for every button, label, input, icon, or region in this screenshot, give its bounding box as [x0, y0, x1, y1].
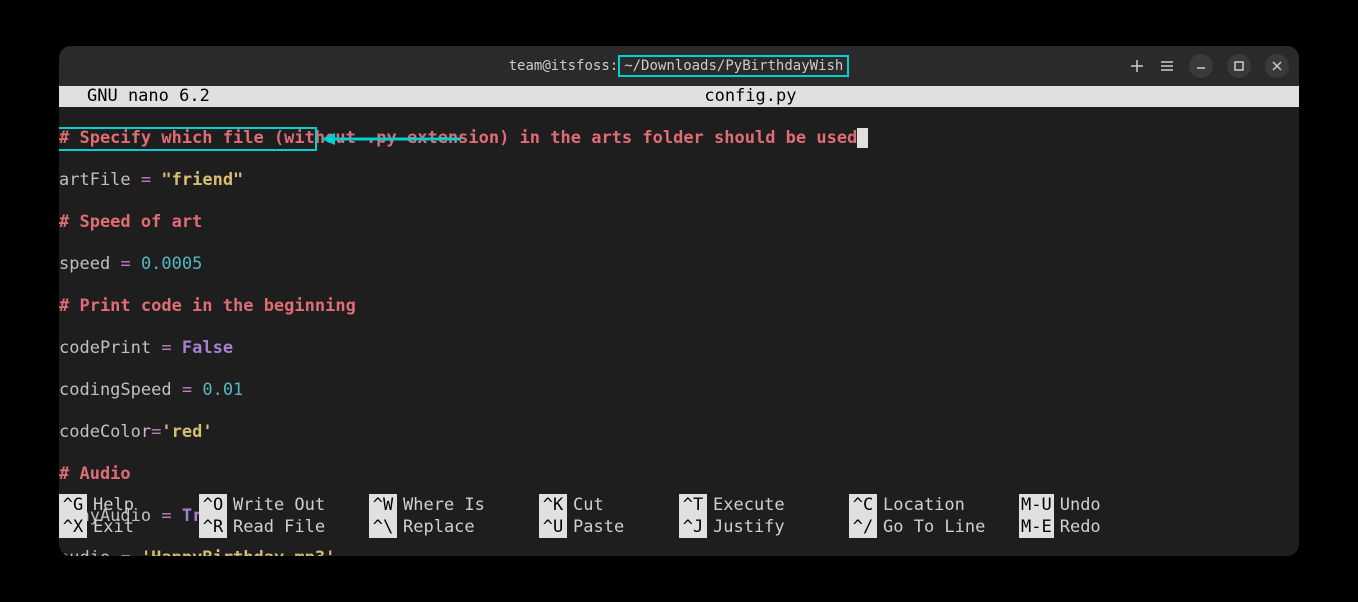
val-codecolor: 'red'	[161, 422, 212, 442]
maximize-button[interactable]	[1227, 54, 1251, 78]
help-label: Help	[93, 494, 134, 516]
help-label: Replace	[403, 516, 475, 538]
close-icon	[1271, 60, 1283, 72]
val-artfile: "friend"	[161, 170, 243, 190]
help-label: Justify	[713, 516, 785, 538]
help-label: Where Is	[403, 494, 485, 516]
key-chip: ^K	[539, 494, 567, 516]
help-row: ^G Help ^O Write Out ^W Where Is ^K Cut ^T Execut…	[59, 494, 1291, 516]
key-chip: ^/	[849, 516, 877, 538]
key-chip: ^T	[679, 494, 707, 516]
val-speed: 0.0005	[141, 254, 202, 274]
title-path-highlighted: ~/Downloads/PyBirthdayWish	[618, 55, 849, 77]
key-chip: ^W	[369, 494, 397, 516]
comment-line: # Audio	[59, 464, 131, 484]
var-codecolor: codeColor	[59, 422, 151, 442]
close-button[interactable]	[1265, 54, 1289, 78]
title-user-host: team@itsfoss:	[509, 58, 619, 74]
key-chip: ^J	[679, 516, 707, 538]
help-row: ^X Exit ^R Read File ^\ Replace ^U Paste ^J Justi…	[59, 516, 1291, 538]
nano-version: GNU nano 6.2	[67, 86, 210, 107]
comment-line: # Speed of art	[59, 212, 202, 232]
var-artfile: artFile	[59, 170, 131, 190]
editor-area[interactable]: # Specify which file (without .py extens…	[59, 107, 1299, 556]
new-tab-button[interactable]	[1129, 58, 1145, 74]
comment-line: # Specify which file (without .py extens…	[59, 128, 857, 148]
help-label: Redo	[1060, 516, 1101, 538]
help-shortcut: ^T Execute	[679, 494, 849, 516]
plus-icon	[1129, 58, 1145, 74]
window-title: team@itsfoss: ~/Downloads/PyBirthdayWish	[509, 55, 850, 77]
help-shortcut: ^X Exit	[59, 516, 199, 538]
help-label: Write Out	[233, 494, 325, 516]
val-audio: 'HappyBirthday.mp3'	[141, 548, 335, 556]
help-label: Location	[883, 494, 965, 516]
key-chip: ^C	[849, 494, 877, 516]
help-label: Execute	[713, 494, 785, 516]
help-shortcut: ^/ Go To Line	[849, 516, 1019, 538]
help-shortcut: ^U Paste	[539, 516, 679, 538]
var-codingspeed: codingSpeed	[59, 380, 172, 400]
help-label: Undo	[1060, 494, 1101, 516]
key-chip: ^X	[59, 516, 87, 538]
key-chip: ^O	[199, 494, 227, 516]
menu-button[interactable]	[1159, 58, 1175, 74]
nano-filename: config.py	[210, 86, 1291, 107]
maximize-icon	[1233, 60, 1245, 72]
key-chip: M-U	[1019, 494, 1054, 516]
help-shortcut: ^O Write Out	[199, 494, 369, 516]
var-audio: audio	[59, 548, 110, 556]
terminal-content[interactable]: GNU nano 6.2 config.py # Specify which f…	[59, 86, 1299, 556]
hamburger-icon	[1159, 58, 1175, 74]
help-shortcut: ^\ Replace	[369, 516, 539, 538]
titlebar: team@itsfoss: ~/Downloads/PyBirthdayWish	[59, 46, 1299, 86]
key-chip: ^R	[199, 516, 227, 538]
help-label: Exit	[93, 516, 134, 538]
val-codeprint: False	[182, 338, 233, 358]
help-shortcut: M-U Undo	[1019, 494, 1139, 516]
help-shortcut: ^J Justify	[679, 516, 849, 538]
nano-header-bar: GNU nano 6.2 config.py	[59, 86, 1299, 107]
key-chip: ^U	[539, 516, 567, 538]
var-codeprint: codePrint	[59, 338, 151, 358]
key-chip: M-E	[1019, 516, 1054, 538]
help-shortcut: ^K Cut	[539, 494, 679, 516]
titlebar-controls	[1129, 54, 1289, 78]
help-shortcut: ^W Where Is	[369, 494, 539, 516]
help-shortcut: M-E Redo	[1019, 516, 1139, 538]
help-shortcut: ^R Read File	[199, 516, 369, 538]
comment-line: # Print code in the beginning	[59, 296, 356, 316]
key-chip: ^\	[369, 516, 397, 538]
key-chip: ^G	[59, 494, 87, 516]
help-label: Cut	[573, 494, 604, 516]
minimize-icon	[1195, 60, 1207, 72]
help-shortcut: ^C Location	[849, 494, 1019, 516]
minimize-button[interactable]	[1189, 54, 1213, 78]
var-speed: speed	[59, 254, 110, 274]
help-shortcut: ^G Help	[59, 494, 199, 516]
terminal-window: team@itsfoss: ~/Downloads/PyBirthdayWish…	[59, 46, 1299, 556]
cursor	[857, 128, 867, 148]
help-label: Go To Line	[883, 516, 985, 538]
val-codingspeed: 0.01	[202, 380, 243, 400]
help-label: Paste	[573, 516, 624, 538]
help-label: Read File	[233, 516, 325, 538]
nano-help-bar: ^G Help ^O Write Out ^W Where Is ^K Cut ^T Execut…	[59, 494, 1299, 538]
